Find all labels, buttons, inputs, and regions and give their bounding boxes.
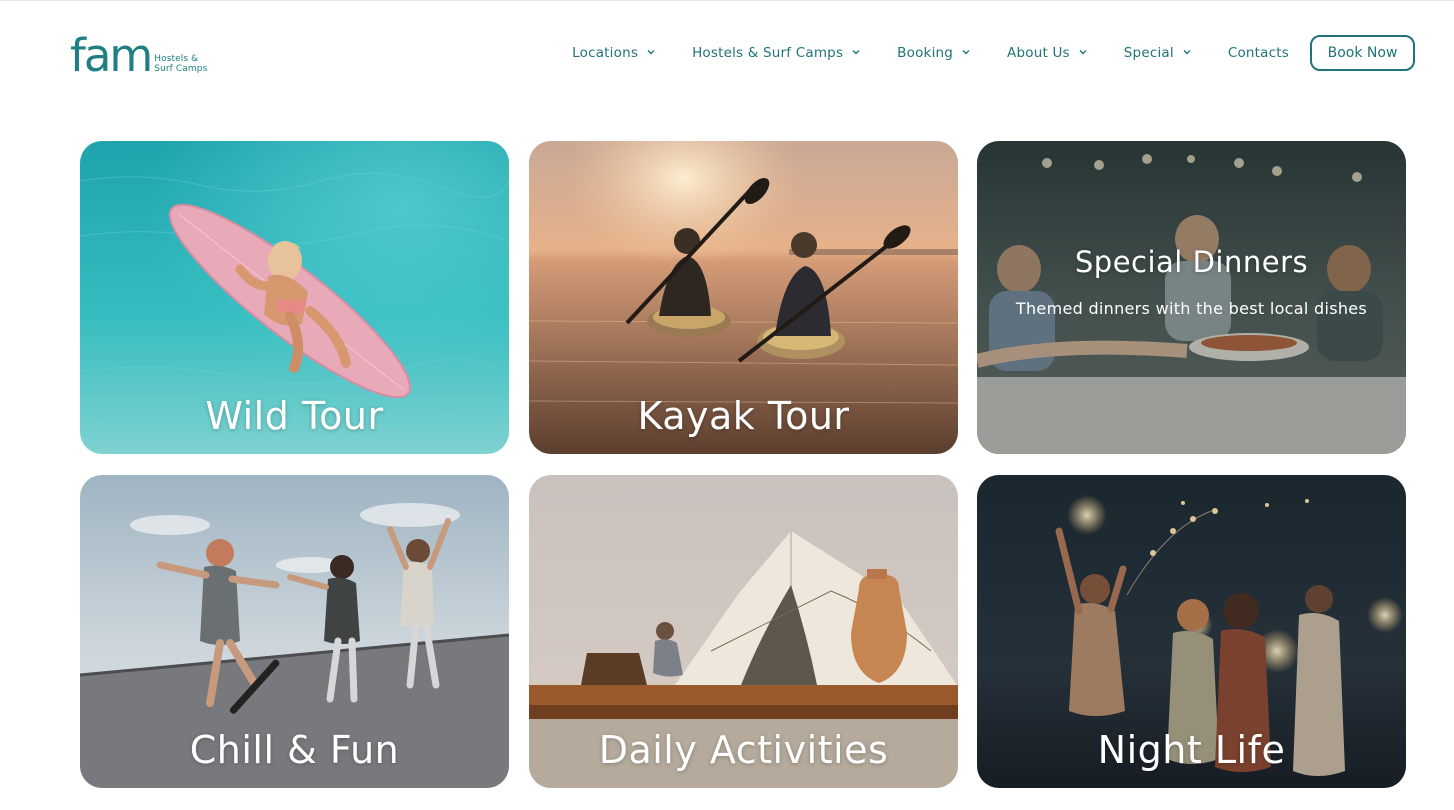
card-night-life[interactable]: Night Life <box>977 475 1406 788</box>
special-dinners-image <box>977 141 1406 454</box>
nav-about-us[interactable]: About Us <box>1007 45 1088 61</box>
nav-locations-label: Locations <box>572 45 639 61</box>
nav-booking[interactable]: Booking <box>897 45 971 61</box>
card-night-life-title: Night Life <box>1097 728 1286 772</box>
activities-grid: Wild Tour Kayak Tour Special Dinners The… <box>80 141 1406 789</box>
nav-about-label: About Us <box>1007 45 1070 61</box>
logo-tagline-line2: Surf Camps <box>154 64 208 74</box>
card-special-dinners-title: Special Dinners <box>1074 245 1309 279</box>
nav-contacts[interactable]: Contacts <box>1228 45 1289 61</box>
card-kayak-tour[interactable]: Kayak Tour <box>529 141 958 454</box>
chevron-down-icon <box>961 47 971 57</box>
card-daily-activities-title: Daily Activities <box>598 728 889 772</box>
card-wild-tour[interactable]: Wild Tour <box>80 141 509 454</box>
main-nav: Locations Hostels & Surf Camps Booking A… <box>572 35 1415 71</box>
nav-locations[interactable]: Locations <box>572 45 656 61</box>
card-kayak-tour-title: Kayak Tour <box>637 394 850 438</box>
card-wild-tour-title: Wild Tour <box>205 394 384 438</box>
logo-tagline-line1: Hostels & <box>154 54 199 64</box>
chevron-down-icon <box>646 47 656 57</box>
logo-tagline: Hostels & Surf Camps <box>154 54 207 74</box>
site-header: fam Hostels & Surf Camps Locations Hoste… <box>0 0 1454 104</box>
nav-special[interactable]: Special <box>1124 45 1192 61</box>
card-special-dinners-description: Themed dinners with the best local dishe… <box>1015 299 1368 318</box>
logo-wordmark: fam <box>70 29 153 82</box>
nav-booking-label: Booking <box>897 45 954 61</box>
chevron-down-icon <box>851 47 861 57</box>
chevron-down-icon <box>1078 47 1088 57</box>
card-chill-fun[interactable]: Chill & Fun <box>80 475 509 788</box>
chevron-down-icon <box>1182 47 1192 57</box>
book-now-button[interactable]: Book Now <box>1310 35 1415 71</box>
site-logo[interactable]: fam Hostels & Surf Camps <box>70 29 207 82</box>
nav-hostels-label: Hostels & Surf Camps <box>692 45 844 61</box>
card-special-dinners[interactable]: Special Dinners Themed dinners with the … <box>977 141 1406 454</box>
nav-hostels-surf-camps[interactable]: Hostels & Surf Camps <box>692 45 861 61</box>
nav-special-label: Special <box>1123 45 1174 61</box>
card-daily-activities[interactable]: Daily Activities <box>529 475 958 788</box>
card-chill-fun-title: Chill & Fun <box>189 728 400 772</box>
nav-contacts-label: Contacts <box>1227 45 1289 61</box>
